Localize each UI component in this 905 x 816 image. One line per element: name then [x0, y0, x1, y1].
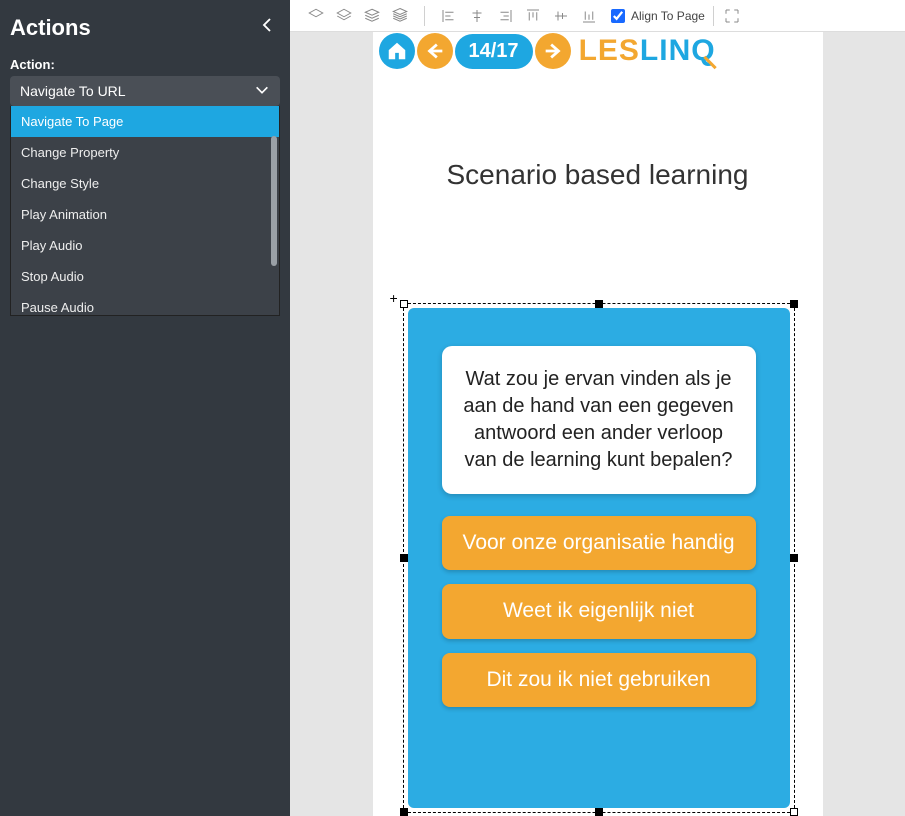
- home-button[interactable]: [379, 33, 415, 69]
- page-title: Scenario based learning: [373, 159, 823, 191]
- dropdown-item-navigate-to-page[interactable]: Navigate To Page: [11, 106, 279, 137]
- sidebar-title: Actions: [10, 15, 91, 41]
- answer-button-1[interactable]: Voor onze organisatie handig: [442, 516, 756, 570]
- align-bottom-icon[interactable]: [579, 6, 599, 26]
- layer-icon-4[interactable]: [390, 6, 410, 26]
- scenario-card: Wat zou je ervan vinden als je aan de ha…: [408, 308, 790, 808]
- align-top-icon[interactable]: [523, 6, 543, 26]
- answer-button-2[interactable]: Weet ik eigenlijk niet: [442, 584, 756, 638]
- nav-strip: 14/17 LESLINQ: [373, 32, 823, 69]
- resize-handle-tm[interactable]: [595, 300, 603, 308]
- sidebar-header: Actions: [0, 0, 290, 51]
- logo-q: Q: [691, 34, 715, 68]
- dropdown-scrollbar[interactable]: [271, 136, 277, 266]
- next-page-button[interactable]: [535, 33, 571, 69]
- answers: Voor onze organisatie handig Weet ik eig…: [442, 516, 756, 707]
- toolbar-separator: [424, 6, 425, 26]
- question-bubble: Wat zou je ervan vinden als je aan de ha…: [442, 346, 756, 494]
- leslinq-logo: LESLINQ: [579, 34, 716, 68]
- canvas[interactable]: 14/17 LESLINQ Scenario based learning +: [290, 32, 905, 816]
- toolbar: Align To Page: [290, 0, 905, 32]
- action-select[interactable]: Navigate To URL: [10, 76, 280, 106]
- align-to-page-label: Align To Page: [631, 9, 705, 23]
- action-dropdown: Navigate To Page Change Property Change …: [10, 106, 280, 316]
- align-center-h-icon[interactable]: [467, 6, 487, 26]
- dropdown-item-play-animation[interactable]: Play Animation: [11, 199, 279, 230]
- page-counter: 14/17: [455, 34, 533, 69]
- resize-handle-mr[interactable]: [790, 554, 798, 562]
- main-area: Align To Page 14/17 LESLINQ S: [290, 0, 905, 816]
- selection-add-icon[interactable]: +: [390, 290, 398, 306]
- expand-icon[interactable]: [722, 6, 742, 26]
- resize-handle-br[interactable]: [790, 808, 798, 816]
- answer-button-3[interactable]: Dit zou ik niet gebruiken: [442, 653, 756, 707]
- toolbar-separator-2: [713, 6, 714, 26]
- dropdown-item-change-style[interactable]: Change Style: [11, 168, 279, 199]
- logo-part-2: LIN: [640, 34, 691, 68]
- page: 14/17 LESLINQ Scenario based learning +: [373, 32, 823, 816]
- selection-box[interactable]: + Wat zou je ervan vinden als je aan de …: [403, 303, 795, 813]
- collapse-sidebar-icon[interactable]: [258, 12, 276, 43]
- align-to-page-input[interactable]: [611, 9, 625, 23]
- align-center-v-icon[interactable]: [551, 6, 571, 26]
- align-right-icon[interactable]: [495, 6, 515, 26]
- dropdown-item-stop-audio[interactable]: Stop Audio: [11, 261, 279, 292]
- align-to-page-checkbox[interactable]: Align To Page: [611, 9, 705, 23]
- actions-sidebar: Actions Action: Navigate To URL Navigate…: [0, 0, 290, 816]
- resize-handle-ml[interactable]: [400, 554, 408, 562]
- resize-handle-tr[interactable]: [790, 300, 798, 308]
- layer-icon-3[interactable]: [362, 6, 382, 26]
- dropdown-item-pause-audio[interactable]: Pause Audio: [11, 292, 279, 316]
- dropdown-item-change-property[interactable]: Change Property: [11, 137, 279, 168]
- align-left-icon[interactable]: [439, 6, 459, 26]
- dropdown-item-play-audio[interactable]: Play Audio: [11, 230, 279, 261]
- logo-part-1: LES: [579, 34, 640, 68]
- layer-icon-1[interactable]: [306, 6, 326, 26]
- resize-handle-tl[interactable]: [400, 300, 408, 308]
- layer-icon-2[interactable]: [334, 6, 354, 26]
- chevron-down-icon: [254, 83, 270, 99]
- action-select-value: Navigate To URL: [20, 83, 126, 99]
- resize-handle-bl[interactable]: [400, 808, 408, 816]
- prev-page-button[interactable]: [417, 33, 453, 69]
- resize-handle-bm[interactable]: [595, 808, 603, 816]
- action-field-label: Action:: [0, 51, 290, 76]
